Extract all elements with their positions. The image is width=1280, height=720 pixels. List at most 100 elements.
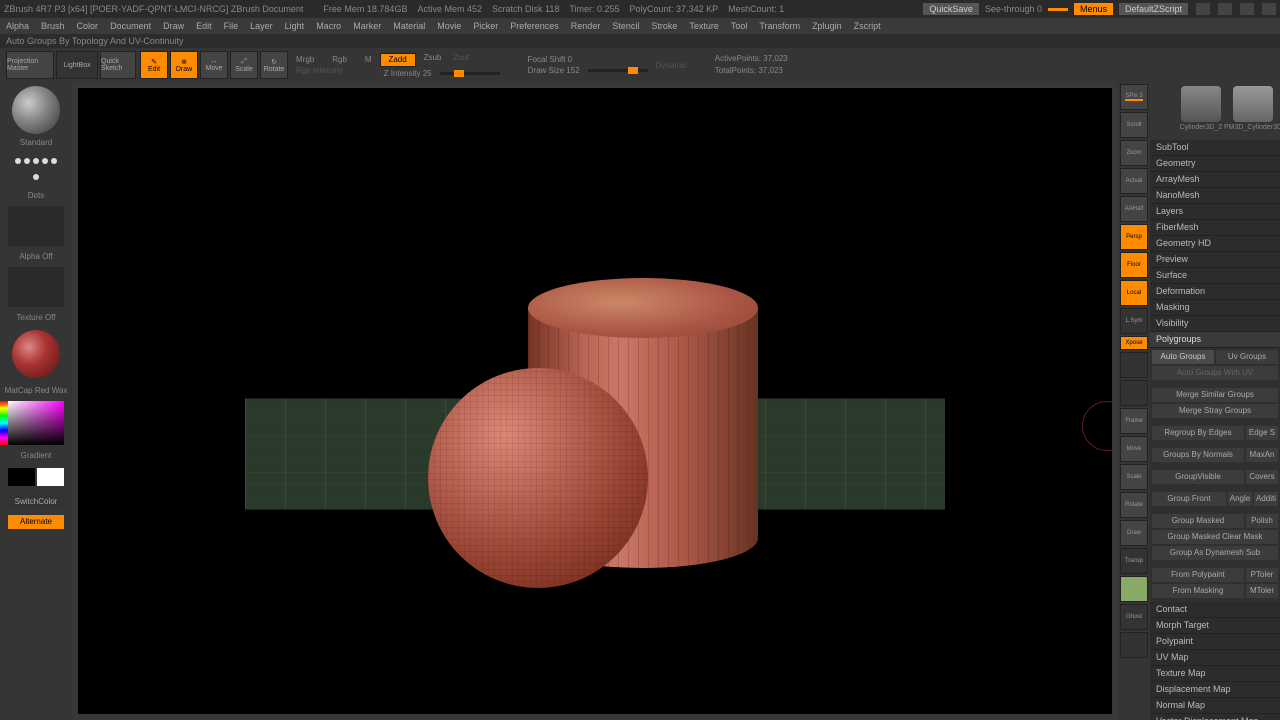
panel-polygroups[interactable]: Polygroups bbox=[1150, 332, 1280, 348]
menu-transform[interactable]: Transform bbox=[759, 21, 800, 31]
menu-macro[interactable]: Macro bbox=[316, 21, 341, 31]
drawpoly-button[interactable]: Draw bbox=[1120, 520, 1148, 546]
groups-normals-button[interactable]: Groups By Normals bbox=[1152, 448, 1244, 462]
viewport[interactable] bbox=[78, 88, 1112, 714]
menu-alpha[interactable]: Alpha bbox=[6, 21, 29, 31]
aahalf-button[interactable]: AAHalf bbox=[1120, 196, 1148, 222]
panel-subtool[interactable]: SubTool bbox=[1150, 140, 1280, 156]
panel-visibility[interactable]: Visibility bbox=[1150, 316, 1280, 332]
seethrough-slider[interactable]: See-through 0 bbox=[985, 4, 1042, 14]
actual-button[interactable]: Actual bbox=[1120, 168, 1148, 194]
rgb-button[interactable]: Rgb bbox=[332, 55, 347, 64]
panel-preview[interactable]: Preview bbox=[1150, 252, 1280, 268]
group-masked-clear-button[interactable]: Group Masked Clear Mask bbox=[1152, 530, 1278, 544]
zoom-button[interactable]: Zoom bbox=[1120, 140, 1148, 166]
menu-stencil[interactable]: Stencil bbox=[612, 21, 639, 31]
panel-fibermesh[interactable]: FiberMesh bbox=[1150, 220, 1280, 236]
panel-masking[interactable]: Masking bbox=[1150, 300, 1280, 316]
solo-button[interactable] bbox=[1120, 576, 1148, 602]
menu-file[interactable]: File bbox=[224, 21, 239, 31]
defaultscript-button[interactable]: DefaultZScript bbox=[1119, 3, 1188, 15]
rotate-mode-button[interactable]: ↻Rotate bbox=[260, 51, 288, 79]
panel-uvmap[interactable]: UV Map bbox=[1150, 650, 1280, 666]
alpha-selector[interactable] bbox=[8, 206, 64, 246]
menu-edit[interactable]: Edit bbox=[196, 21, 212, 31]
menu-render[interactable]: Render bbox=[571, 21, 601, 31]
window-close-icon[interactable] bbox=[1262, 3, 1276, 15]
move-nav-button[interactable]: Move bbox=[1120, 436, 1148, 462]
nav-slot-3[interactable] bbox=[1120, 632, 1148, 658]
quicksketch-button[interactable]: Quick Sketch bbox=[100, 51, 136, 79]
menu-light[interactable]: Light bbox=[285, 21, 305, 31]
menu-tool[interactable]: Tool bbox=[731, 21, 748, 31]
panel-texturemap[interactable]: Texture Map bbox=[1150, 666, 1280, 682]
panel-geometry[interactable]: Geometry bbox=[1150, 156, 1280, 172]
dynamic-label[interactable]: Dynamic bbox=[656, 61, 687, 70]
panel-nanomesh[interactable]: NanoMesh bbox=[1150, 188, 1280, 204]
zsub-button[interactable]: Zsub bbox=[424, 53, 442, 67]
alternate-button[interactable]: Alternate bbox=[8, 515, 64, 529]
menu-color[interactable]: Color bbox=[77, 21, 99, 31]
from-polypaint-button[interactable]: From Polypaint bbox=[1152, 568, 1244, 582]
hue-strip[interactable] bbox=[0, 401, 8, 445]
auto-groups-button[interactable]: Auto Groups bbox=[1152, 350, 1214, 364]
panel-layers[interactable]: Layers bbox=[1150, 204, 1280, 220]
m-button[interactable]: M bbox=[365, 55, 372, 64]
polish-slider[interactable]: Polish bbox=[1246, 514, 1278, 528]
projection-master-button[interactable]: Projection Master bbox=[6, 51, 54, 79]
menu-material[interactable]: Material bbox=[393, 21, 425, 31]
edit-mode-button[interactable]: ✎Edit bbox=[140, 51, 168, 79]
color-picker[interactable] bbox=[8, 401, 64, 445]
menu-picker[interactable]: Picker bbox=[473, 21, 498, 31]
menu-texture[interactable]: Texture bbox=[689, 21, 719, 31]
spix-button[interactable]: SPix 3 bbox=[1120, 84, 1148, 110]
texture-selector[interactable] bbox=[8, 267, 64, 307]
lsym-button[interactable]: L.Sym bbox=[1120, 308, 1148, 334]
draw-size-slider[interactable] bbox=[588, 69, 648, 72]
rgb-intensity-slider[interactable]: Rgb Intensity bbox=[296, 66, 343, 75]
panel-morphtarget[interactable]: Morph Target bbox=[1150, 618, 1280, 634]
zadd-button[interactable]: Zadd bbox=[380, 53, 416, 67]
mrgb-button[interactable]: Mrgb bbox=[296, 55, 314, 64]
draw-mode-button[interactable]: ⊕Draw bbox=[170, 51, 198, 79]
frame-button[interactable]: Frame bbox=[1120, 408, 1148, 434]
menu-movie[interactable]: Movie bbox=[437, 21, 461, 31]
menu-brush[interactable]: Brush bbox=[41, 21, 65, 31]
menu-layer[interactable]: Layer bbox=[250, 21, 273, 31]
material-selector[interactable] bbox=[12, 330, 60, 378]
scale-mode-button[interactable]: ⤢Scale bbox=[230, 51, 258, 79]
transp-button[interactable]: Transp bbox=[1120, 548, 1148, 574]
regroup-edges-button[interactable]: Regroup By Edges bbox=[1152, 426, 1244, 440]
menu-zplugin[interactable]: Zplugin bbox=[812, 21, 842, 31]
switch-color-button[interactable]: SwitchColor bbox=[8, 495, 64, 509]
ptoler-slider[interactable]: PToler bbox=[1246, 568, 1278, 582]
menu-zscript[interactable]: Zscript bbox=[854, 21, 881, 31]
panel-polypaint[interactable]: Polypaint bbox=[1150, 634, 1280, 650]
panel-surface[interactable]: Surface bbox=[1150, 268, 1280, 284]
tool-thumb-2[interactable]: PM3D_Cylinder3D bbox=[1230, 86, 1276, 136]
scroll-button[interactable]: Scroll bbox=[1120, 112, 1148, 138]
panel-displacement[interactable]: Displacement Map bbox=[1150, 682, 1280, 698]
maxangle-slider[interactable]: MaxAn bbox=[1246, 448, 1278, 462]
local-button[interactable]: Local bbox=[1120, 280, 1148, 306]
nav-slot-1[interactable] bbox=[1120, 352, 1148, 378]
stroke-selector[interactable] bbox=[12, 155, 60, 183]
window-max-icon[interactable] bbox=[1240, 3, 1254, 15]
auto-groups-uv-button[interactable]: Auto Groups With UV bbox=[1152, 366, 1278, 380]
merge-stray-button[interactable]: Merge Stray Groups bbox=[1152, 404, 1278, 418]
angle-slider[interactable]: Angle bbox=[1228, 492, 1252, 506]
nav-slot-2[interactable] bbox=[1120, 380, 1148, 406]
from-masking-button[interactable]: From Masking bbox=[1152, 584, 1244, 598]
panel-vdm[interactable]: Vector Displacement Map bbox=[1150, 714, 1280, 720]
panel-deformation[interactable]: Deformation bbox=[1150, 284, 1280, 300]
group-visible-button[interactable]: GroupVisible bbox=[1152, 470, 1244, 484]
move-mode-button[interactable]: ↔Move bbox=[200, 51, 228, 79]
additive-button[interactable]: Additi bbox=[1254, 492, 1278, 506]
edge-slider[interactable]: Edge S bbox=[1246, 426, 1278, 440]
floor-button[interactable]: Floor bbox=[1120, 252, 1148, 278]
xpose-button[interactable]: Xpose bbox=[1120, 336, 1148, 350]
scale-nav-button[interactable]: Scale bbox=[1120, 464, 1148, 490]
menu-stroke[interactable]: Stroke bbox=[651, 21, 677, 31]
lightbox-button[interactable]: LightBox bbox=[56, 51, 98, 79]
brush-selector[interactable] bbox=[12, 86, 60, 134]
